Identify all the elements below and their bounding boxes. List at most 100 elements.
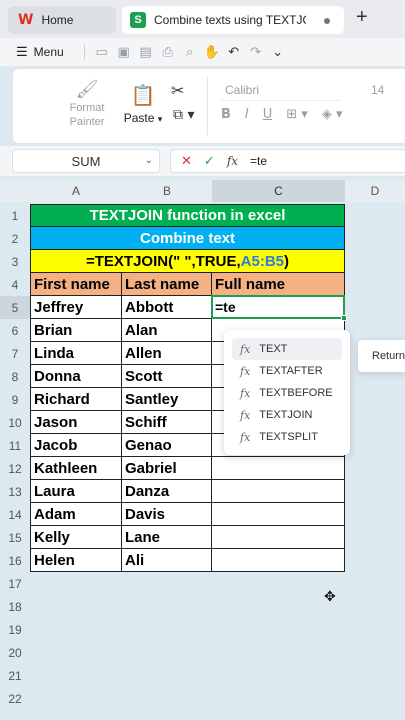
row-header-16[interactable]: 16 (0, 549, 30, 572)
row-header-11[interactable]: 11 (0, 434, 30, 457)
autocomplete-item[interactable]: fx TEXTJOIN (232, 404, 342, 426)
row-header-19[interactable]: 19 (0, 618, 30, 641)
full-name-cell[interactable] (212, 503, 345, 526)
fill-handle[interactable] (341, 315, 347, 321)
insert-function-icon[interactable]: fx (227, 154, 238, 168)
last-name-cell[interactable]: Schiff (122, 411, 212, 434)
export-pdf-icon[interactable]: ▤ (135, 45, 157, 60)
row-header-5[interactable]: 5 (0, 296, 30, 319)
row-header-17[interactable]: 17 (0, 572, 30, 595)
first-name-cell[interactable]: Donna (30, 365, 122, 388)
first-name-cell[interactable]: Helen (30, 549, 122, 572)
copy-icon[interactable]: ⧉ ▾ (173, 107, 194, 123)
borders-icon[interactable]: ⊞ ▾ (286, 107, 308, 122)
last-name-cell[interactable]: Allen (122, 342, 212, 365)
full-name-cell[interactable] (212, 526, 345, 549)
row-header-13[interactable]: 13 (0, 480, 30, 503)
last-name-cell[interactable]: Genao (122, 434, 212, 457)
column-header-b[interactable]: B (122, 180, 212, 202)
title-cell[interactable]: TEXTJOIN function in excel (30, 204, 345, 227)
print-preview-icon[interactable]: ⌕ (179, 45, 201, 60)
tab-home[interactable]: W Home (8, 6, 116, 34)
column-header-d[interactable]: D (345, 180, 405, 202)
chevron-down-icon[interactable]: ⌄ (145, 155, 153, 166)
last-name-cell[interactable]: Ali (122, 549, 212, 572)
header-first-name[interactable]: First name (30, 273, 122, 296)
row-header-14[interactable]: 14 (0, 503, 30, 526)
italic-icon[interactable]: I (245, 107, 249, 122)
header-last-name[interactable]: Last name (122, 273, 212, 296)
more-chevron-icon[interactable]: ⌄ (267, 45, 289, 60)
confirm-icon[interactable]: ✓ (204, 154, 215, 169)
last-name-cell[interactable]: Scott (122, 365, 212, 388)
unsaved-dot-icon[interactable] (324, 18, 330, 24)
row-header-3[interactable]: 3 (0, 250, 30, 273)
new-tab-icon[interactable]: + (356, 6, 368, 29)
first-name-cell[interactable]: Jeffrey (30, 296, 122, 319)
row-header-9[interactable]: 9 (0, 388, 30, 411)
row-header-18[interactable]: 18 (0, 595, 30, 618)
row-header-21[interactable]: 21 (0, 664, 30, 687)
format-painter-button[interactable]: 🖌 Format Painter (65, 81, 109, 129)
paste-chevron-icon[interactable]: ▾ (158, 114, 163, 124)
last-name-cell[interactable]: Abbott (122, 296, 212, 319)
row-header-1[interactable]: 1 (0, 204, 30, 227)
column-header-a[interactable]: A (30, 180, 122, 202)
first-name-cell[interactable]: Jason (30, 411, 122, 434)
cancel-icon[interactable]: ✕ (181, 154, 192, 169)
column-header-c[interactable]: C (212, 180, 345, 202)
cut-icon[interactable]: ✂ (171, 81, 184, 100)
row-header-7[interactable]: 7 (0, 342, 30, 365)
name-box[interactable]: SUM ⌄ (12, 149, 160, 173)
first-name-cell[interactable]: Richard (30, 388, 122, 411)
first-name-cell[interactable]: Brian (30, 319, 122, 342)
last-name-cell[interactable]: Lane (122, 526, 212, 549)
hamburger-icon[interactable]: ☰ (16, 44, 28, 60)
print-icon[interactable]: ⎙ (157, 45, 179, 60)
first-name-cell[interactable]: Jacob (30, 434, 122, 457)
row-header-6[interactable]: 6 (0, 319, 30, 342)
row-header-4[interactable]: 4 (0, 273, 30, 296)
menu-button[interactable]: Menu (34, 45, 64, 59)
row-header-20[interactable]: 20 (0, 641, 30, 664)
full-name-cell[interactable] (212, 457, 345, 480)
open-folder-icon[interactable]: ▭ (91, 45, 113, 60)
row-header-12[interactable]: 12 (0, 457, 30, 480)
font-size-select[interactable]: 14 (365, 79, 405, 101)
font-name-select[interactable]: Calibri (221, 79, 341, 101)
last-name-cell[interactable]: Danza (122, 480, 212, 503)
active-cell-c5[interactable]: =te (211, 295, 345, 319)
fill-color-icon[interactable]: ◈ ▾ (322, 107, 343, 122)
formula-input[interactable]: ✕ ✓ fx =te (170, 149, 405, 173)
autocomplete-item[interactable]: fx TEXTAFTER (232, 360, 342, 382)
last-name-cell[interactable]: Santley (122, 388, 212, 411)
row-header-2[interactable]: 2 (0, 227, 30, 250)
autocomplete-item[interactable]: fx TEXTBEFORE (232, 382, 342, 404)
row-header-22[interactable]: 22 (0, 687, 30, 710)
row-header-8[interactable]: 8 (0, 365, 30, 388)
first-name-cell[interactable]: Adam (30, 503, 122, 526)
first-name-cell[interactable]: Kathleen (30, 457, 122, 480)
full-name-cell[interactable] (212, 549, 345, 572)
formula-example-cell[interactable]: =TEXTJOIN(" ",TRUE, A5:B5) (30, 250, 345, 273)
bold-icon[interactable]: B (221, 107, 231, 122)
row-header-10[interactable]: 10 (0, 411, 30, 434)
autocomplete-item[interactable]: fx TEXTSPLIT (232, 426, 342, 448)
first-name-cell[interactable]: Linda (30, 342, 122, 365)
last-name-cell[interactable]: Davis (122, 503, 212, 526)
save-icon[interactable]: ▣ (113, 45, 135, 60)
tab-document[interactable]: S Combine texts using TEXTJOIN (122, 6, 344, 34)
first-name-cell[interactable]: Kelly (30, 526, 122, 549)
full-name-cell[interactable] (212, 480, 345, 503)
last-name-cell[interactable]: Alan (122, 319, 212, 342)
paste-button[interactable]: 📋 Paste ▾ (121, 83, 165, 125)
redo-icon[interactable]: ↷ (245, 45, 267, 60)
first-name-cell[interactable]: Laura (30, 480, 122, 503)
row-header-15[interactable]: 15 (0, 526, 30, 549)
undo-icon[interactable]: ↶ (223, 45, 245, 60)
autocomplete-item[interactable]: fx TEXT (232, 338, 342, 360)
last-name-cell[interactable]: Gabriel (122, 457, 212, 480)
subtitle-cell[interactable]: Combine text (30, 227, 345, 250)
header-full-name[interactable]: Full name (212, 273, 345, 296)
select-all-corner[interactable] (0, 180, 30, 202)
